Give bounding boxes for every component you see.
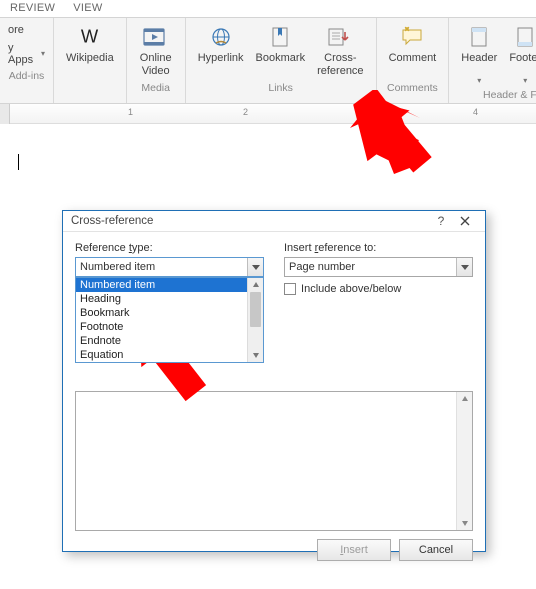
wikipedia-button[interactable]: W Wikipedia [60, 22, 120, 80]
group-label-links: Links [192, 80, 370, 94]
header-button[interactable]: Header ▾ [455, 22, 503, 87]
chevron-down-icon [456, 258, 472, 276]
include-above-below-checkbox[interactable]: Include above/below [284, 283, 473, 295]
text-cursor [18, 154, 19, 170]
dialog-title: Cross-reference [71, 215, 153, 227]
tab-review[interactable]: REVIEW [10, 2, 55, 14]
close-button[interactable] [453, 211, 477, 231]
hyperlink-button[interactable]: Hyperlink [192, 22, 250, 80]
list-item[interactable]: Footnote [76, 320, 247, 334]
footer-button[interactable]: Footer ▾ [503, 22, 536, 87]
insert-reference-to-combo[interactable]: Page number [284, 257, 473, 277]
reference-type-listbox[interactable]: Numbered item Heading Bookmark Footnote … [75, 277, 264, 363]
list-item[interactable]: Numbered item [76, 278, 247, 292]
group-label-comments: Comments [383, 80, 443, 94]
scroll-thumb[interactable] [250, 292, 261, 327]
list-item[interactable]: Equation [76, 348, 247, 362]
group-label-headerfooter: Header & Footer [455, 87, 536, 101]
scroll-up-icon[interactable] [248, 278, 263, 292]
chevron-down-icon: ▾ [41, 49, 45, 58]
cross-reference-icon [326, 24, 354, 50]
online-video-button[interactable]: Online Video [133, 22, 179, 80]
checkbox-icon [284, 283, 296, 295]
help-button[interactable]: ? [429, 211, 453, 231]
list-item[interactable]: Bookmark [76, 306, 247, 320]
chevron-down-icon: ▾ [523, 76, 527, 85]
list-item[interactable]: Endnote [76, 334, 247, 348]
reference-type-combo[interactable]: Numbered item Numbered item Heading Book… [75, 257, 264, 277]
insert-button[interactable]: IInsertnsert [317, 539, 391, 561]
ribbon: ore y Apps ▾ Add-ins W Wikipedia [0, 17, 536, 104]
bookmark-icon [266, 24, 294, 50]
my-apps-button[interactable]: y Apps ▾ [6, 40, 47, 68]
scroll-down-icon[interactable] [457, 516, 472, 530]
hyperlink-icon [207, 24, 235, 50]
group-label-addins: Add-ins [6, 68, 47, 82]
group-label-addins2 [60, 80, 120, 94]
group-label-media: Media [133, 80, 179, 94]
footer-icon [511, 24, 536, 50]
ruler: 1 2 3 4 [0, 104, 536, 124]
store-button[interactable]: ore [6, 22, 26, 38]
cross-reference-button[interactable]: Cross- reference [311, 22, 369, 80]
insert-reference-to-label: Insert reference to: [284, 242, 473, 254]
chevron-down-icon [247, 258, 263, 276]
comment-button[interactable]: Comment [383, 22, 443, 80]
scrollbar[interactable] [456, 392, 472, 530]
scrollbar[interactable] [247, 278, 263, 362]
video-icon [142, 24, 170, 50]
bookmark-button[interactable]: Bookmark [250, 22, 312, 80]
svg-text:W: W [81, 26, 99, 47]
tab-view[interactable]: VIEW [73, 2, 102, 14]
scroll-up-icon[interactable] [457, 392, 472, 406]
for-which-listbox[interactable] [75, 391, 473, 531]
reference-type-label: Reference type: [75, 242, 264, 254]
cancel-button[interactable]: Cancel [399, 539, 473, 561]
chevron-down-icon: ▾ [477, 76, 481, 85]
list-item[interactable]: Heading [76, 292, 247, 306]
close-icon [460, 216, 470, 226]
cross-reference-dialog: Cross-reference ? Reference type: Number… [62, 210, 486, 552]
comment-icon [398, 24, 426, 50]
document-area[interactable] [0, 124, 536, 173]
header-icon [465, 24, 493, 50]
wikipedia-icon: W [76, 24, 104, 50]
scroll-down-icon[interactable] [248, 348, 263, 362]
